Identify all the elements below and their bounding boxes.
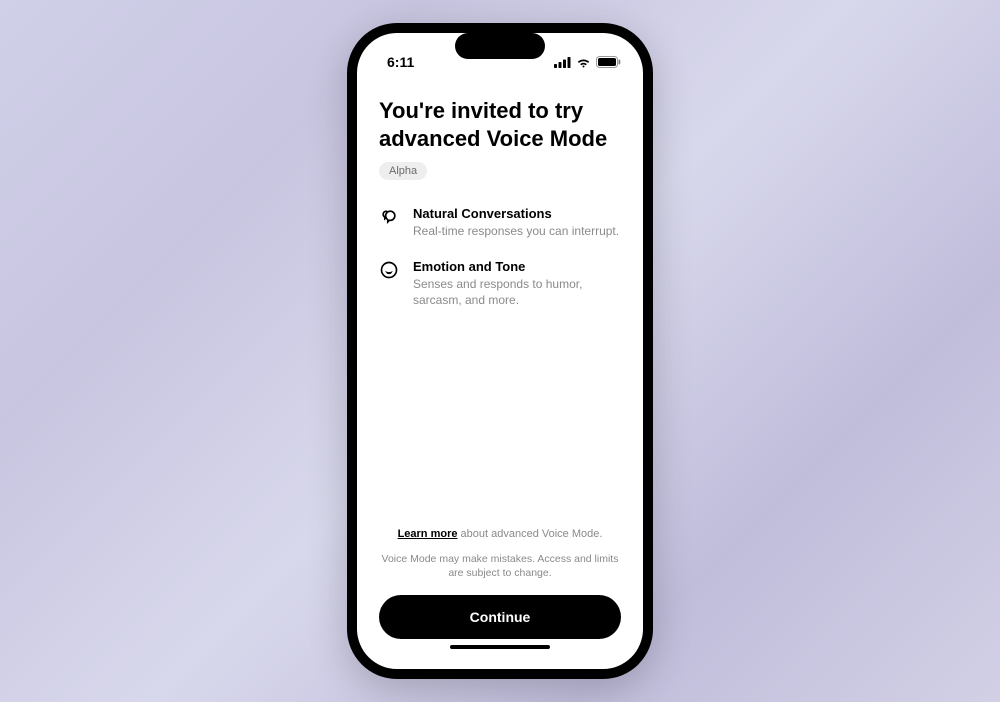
disclaimer-text: Voice Mode may make mistakes. Access and… <box>379 552 621 581</box>
dynamic-island <box>455 33 545 59</box>
phone-screen: 6:11 <box>357 33 643 669</box>
smile-face-icon <box>379 260 399 280</box>
page-title: You're invited to try advanced Voice Mod… <box>379 97 621 152</box>
status-time: 6:11 <box>387 54 414 70</box>
feature-text: Natural Conversations Real-time response… <box>413 206 621 239</box>
feature-list: Natural Conversations Real-time response… <box>379 206 621 309</box>
home-indicator[interactable] <box>450 645 550 649</box>
alpha-badge: Alpha <box>379 162 427 180</box>
footer: Learn more about advanced Voice Mode. Vo… <box>357 528 643 669</box>
feature-item: Natural Conversations Real-time response… <box>379 206 621 239</box>
battery-icon <box>596 56 621 68</box>
continue-button[interactable]: Continue <box>379 595 621 639</box>
feature-desc: Senses and responds to humor, sarcasm, a… <box>413 276 621 308</box>
learn-more-link[interactable]: Learn more <box>398 528 458 540</box>
feature-title: Emotion and Tone <box>413 259 621 274</box>
phone-frame: 6:11 <box>347 23 653 679</box>
learn-more-suffix: about advanced Voice Mode. <box>457 528 602 540</box>
feature-desc: Real-time responses you can interrupt. <box>413 223 621 239</box>
cellular-signal-icon <box>554 57 571 68</box>
onboarding-content: You're invited to try advanced Voice Mod… <box>357 77 643 528</box>
status-icons <box>554 56 621 68</box>
feature-title: Natural Conversations <box>413 206 621 221</box>
wifi-icon <box>576 57 591 68</box>
chat-bubbles-icon <box>379 207 399 227</box>
feature-item: Emotion and Tone Senses and responds to … <box>379 259 621 308</box>
feature-text: Emotion and Tone Senses and responds to … <box>413 259 621 308</box>
learn-more-line: Learn more about advanced Voice Mode. <box>379 528 621 540</box>
